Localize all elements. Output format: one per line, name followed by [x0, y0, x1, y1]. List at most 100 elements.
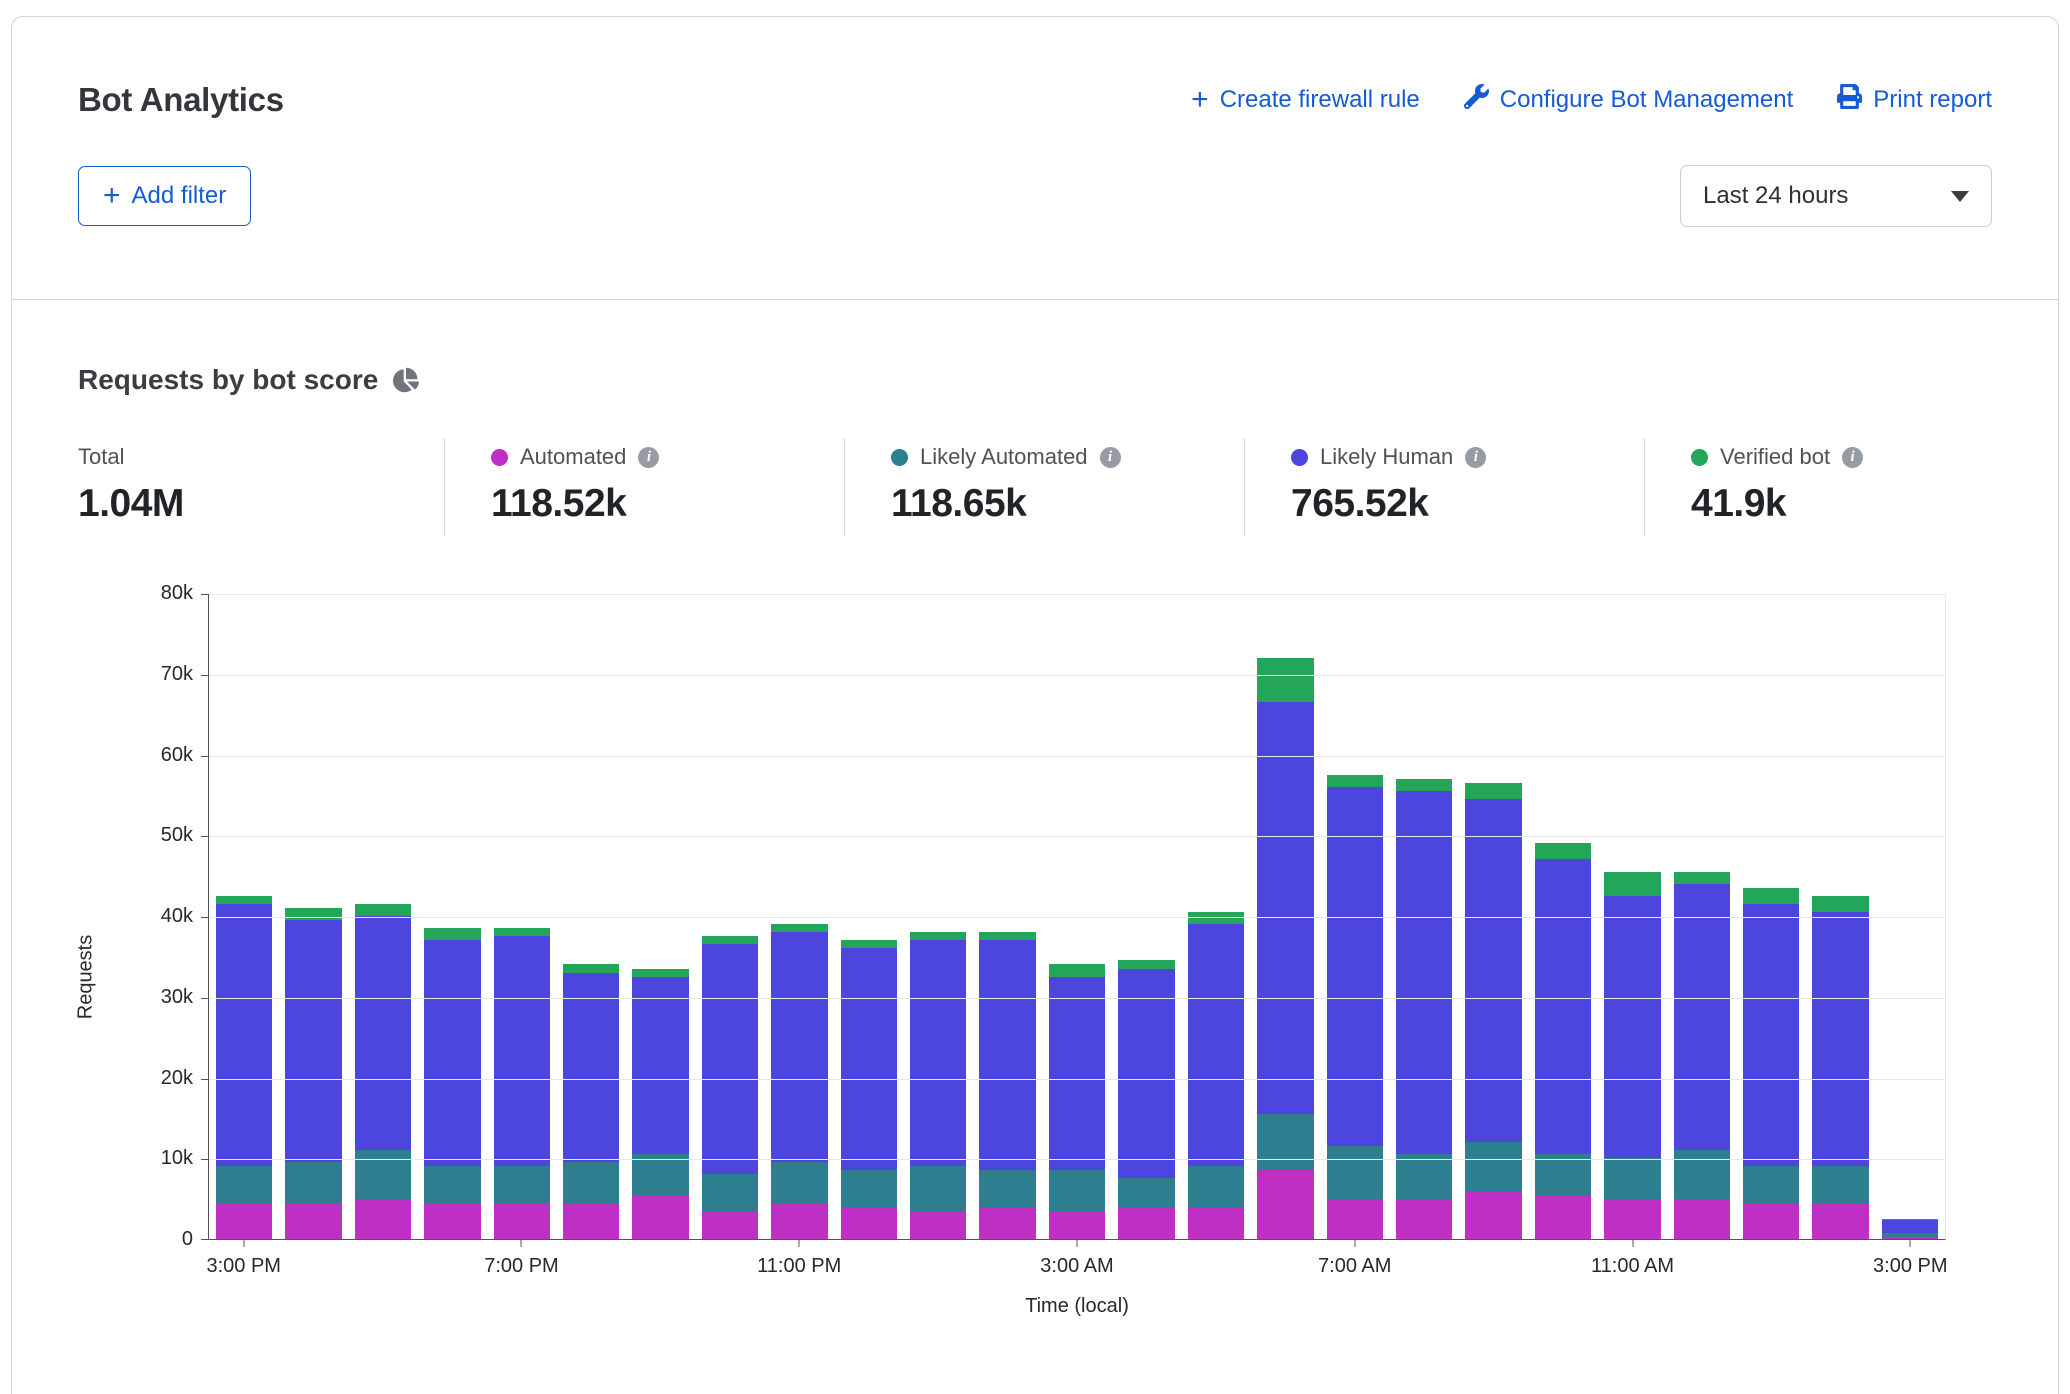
gridline — [209, 1079, 1945, 1080]
bar-segment-automated — [1327, 1199, 1383, 1239]
stacked-bar[interactable] — [424, 928, 480, 1239]
bar-segment-likely-human — [632, 977, 688, 1155]
bar-segment-automated — [1674, 1199, 1730, 1239]
bar-segment-automated — [702, 1211, 758, 1239]
print-report-link[interactable]: Print report — [1837, 84, 1992, 116]
stacked-bar[interactable] — [1118, 960, 1174, 1239]
stacked-bar[interactable] — [1257, 658, 1313, 1239]
x-tick-mark — [1354, 1239, 1355, 1247]
stacked-bar[interactable] — [1882, 1219, 1938, 1239]
stat-likely-human: Likely Human i 765.52k — [1244, 438, 1644, 536]
gridline — [209, 1159, 1945, 1160]
stacked-bar[interactable] — [1188, 912, 1244, 1239]
stacked-bar[interactable] — [1327, 775, 1383, 1239]
stacked-bar[interactable] — [632, 969, 688, 1239]
bar-segment-verified-bot — [910, 932, 966, 940]
info-icon[interactable]: i — [1842, 447, 1863, 468]
stacked-bar[interactable] — [1743, 888, 1799, 1239]
printer-icon — [1837, 84, 1862, 116]
add-filter-button[interactable]: + Add filter — [78, 166, 251, 226]
bar-segment-likely-automated — [1257, 1114, 1313, 1171]
bar-segment-likely-automated — [1188, 1166, 1244, 1206]
x-tick-label: 7:00 AM — [1318, 1255, 1391, 1278]
x-tick-mark — [799, 1239, 800, 1247]
stat-likely-human-value: 765.52k — [1291, 482, 1644, 526]
bar-segment-likely-human — [771, 932, 827, 1162]
y-tick-mark — [201, 756, 209, 757]
bar-segment-automated — [979, 1207, 1035, 1239]
bar-segment-verified-bot — [771, 924, 827, 932]
stacked-bar[interactable] — [355, 904, 411, 1239]
stacked-bar[interactable] — [1049, 964, 1105, 1239]
bar-segment-automated — [1396, 1199, 1452, 1239]
info-icon[interactable]: i — [638, 447, 659, 468]
x-axis-title: Time (local) — [1025, 1295, 1129, 1318]
bar-segment-likely-automated — [1674, 1150, 1730, 1198]
stacked-bar[interactable] — [841, 940, 897, 1239]
y-tick-label: 10k — [123, 1147, 193, 1170]
stat-likely-automated-label: Likely Automated — [920, 444, 1088, 470]
bar-segment-likely-human — [1882, 1220, 1938, 1233]
bar-segment-likely-human — [1396, 791, 1452, 1154]
bar-segment-likely-human — [1049, 977, 1105, 1171]
y-tick-label: 20k — [123, 1067, 193, 1090]
bar-segment-likely-human — [1257, 702, 1313, 1114]
x-tick-mark — [1910, 1239, 1911, 1247]
bar-segment-likely-automated — [1535, 1154, 1591, 1194]
bar-segment-automated — [355, 1199, 411, 1239]
info-icon[interactable]: i — [1100, 447, 1121, 468]
bar-segment-verified-bot — [702, 936, 758, 944]
bar-segment-automated — [1049, 1211, 1105, 1239]
content: Requests by bot score Total 1.04M Automa… — [12, 300, 2058, 1360]
stacked-bar[interactable] — [1812, 896, 1868, 1239]
configure-bot-management-label: Configure Bot Management — [1500, 86, 1794, 114]
time-range-select[interactable]: Last 24 hours — [1680, 165, 1992, 227]
bar-segment-automated — [563, 1203, 619, 1239]
bar-segment-automated — [285, 1203, 341, 1239]
bar-segment-likely-automated — [355, 1150, 411, 1198]
create-firewall-rule-link[interactable]: + Create firewall rule — [1191, 85, 1420, 115]
stacked-bar[interactable] — [285, 908, 341, 1239]
stacked-bar[interactable] — [216, 896, 272, 1239]
bar-segment-automated — [910, 1211, 966, 1239]
likely-human-legend-dot — [1291, 449, 1308, 466]
stacked-bar[interactable] — [1396, 779, 1452, 1239]
stats-row: Total 1.04M Automated i 118.52k Likely A… — [78, 438, 2058, 536]
stacked-bar[interactable] — [1674, 872, 1730, 1239]
stat-likely-automated: Likely Automated i 118.65k — [844, 438, 1244, 536]
stat-verified-bot-label: Verified bot — [1720, 444, 1830, 470]
stacked-bar[interactable] — [702, 936, 758, 1239]
stat-likely-automated-value: 118.65k — [891, 482, 1244, 526]
header: Bot Analytics + Create firewall rule Con… — [12, 17, 2058, 300]
stat-verified-bot-value: 41.9k — [1691, 482, 2044, 526]
stacked-bar[interactable] — [563, 964, 619, 1239]
x-tick-label: 3:00 AM — [1040, 1255, 1113, 1278]
gridline — [209, 675, 1945, 676]
stacked-bar[interactable] — [1604, 872, 1660, 1239]
info-icon[interactable]: i — [1465, 447, 1486, 468]
page-title: Bot Analytics — [78, 81, 284, 119]
bar-segment-likely-human — [1743, 904, 1799, 1166]
x-tick-mark — [1077, 1239, 1078, 1247]
bar-segment-likely-automated — [632, 1154, 688, 1194]
stacked-bar[interactable] — [1465, 783, 1521, 1239]
configure-bot-management-link[interactable]: Configure Bot Management — [1464, 84, 1794, 116]
bar-segment-likely-automated — [979, 1170, 1035, 1206]
stacked-bar[interactable] — [910, 932, 966, 1239]
bar-segment-verified-bot — [285, 908, 341, 920]
stacked-bar[interactable] — [979, 932, 1035, 1239]
bar-segment-likely-automated — [1049, 1170, 1105, 1210]
add-filter-label: Add filter — [132, 182, 227, 210]
plus-icon: + — [1191, 85, 1209, 115]
y-tick-mark — [201, 594, 209, 595]
stacked-bar[interactable] — [771, 924, 827, 1239]
bar-segment-likely-automated — [1812, 1166, 1868, 1202]
x-tick-label: 11:00 AM — [1591, 1255, 1674, 1278]
bar-segment-automated — [1465, 1191, 1521, 1239]
stacked-bar[interactable] — [494, 928, 550, 1239]
likely-automated-legend-dot — [891, 449, 908, 466]
header-actions: + Create firewall rule Configure Bot Man… — [1191, 84, 1992, 116]
bar-segment-verified-bot — [1674, 872, 1730, 884]
stat-total-value: 1.04M — [78, 482, 444, 526]
stacked-bar[interactable] — [1535, 843, 1591, 1239]
